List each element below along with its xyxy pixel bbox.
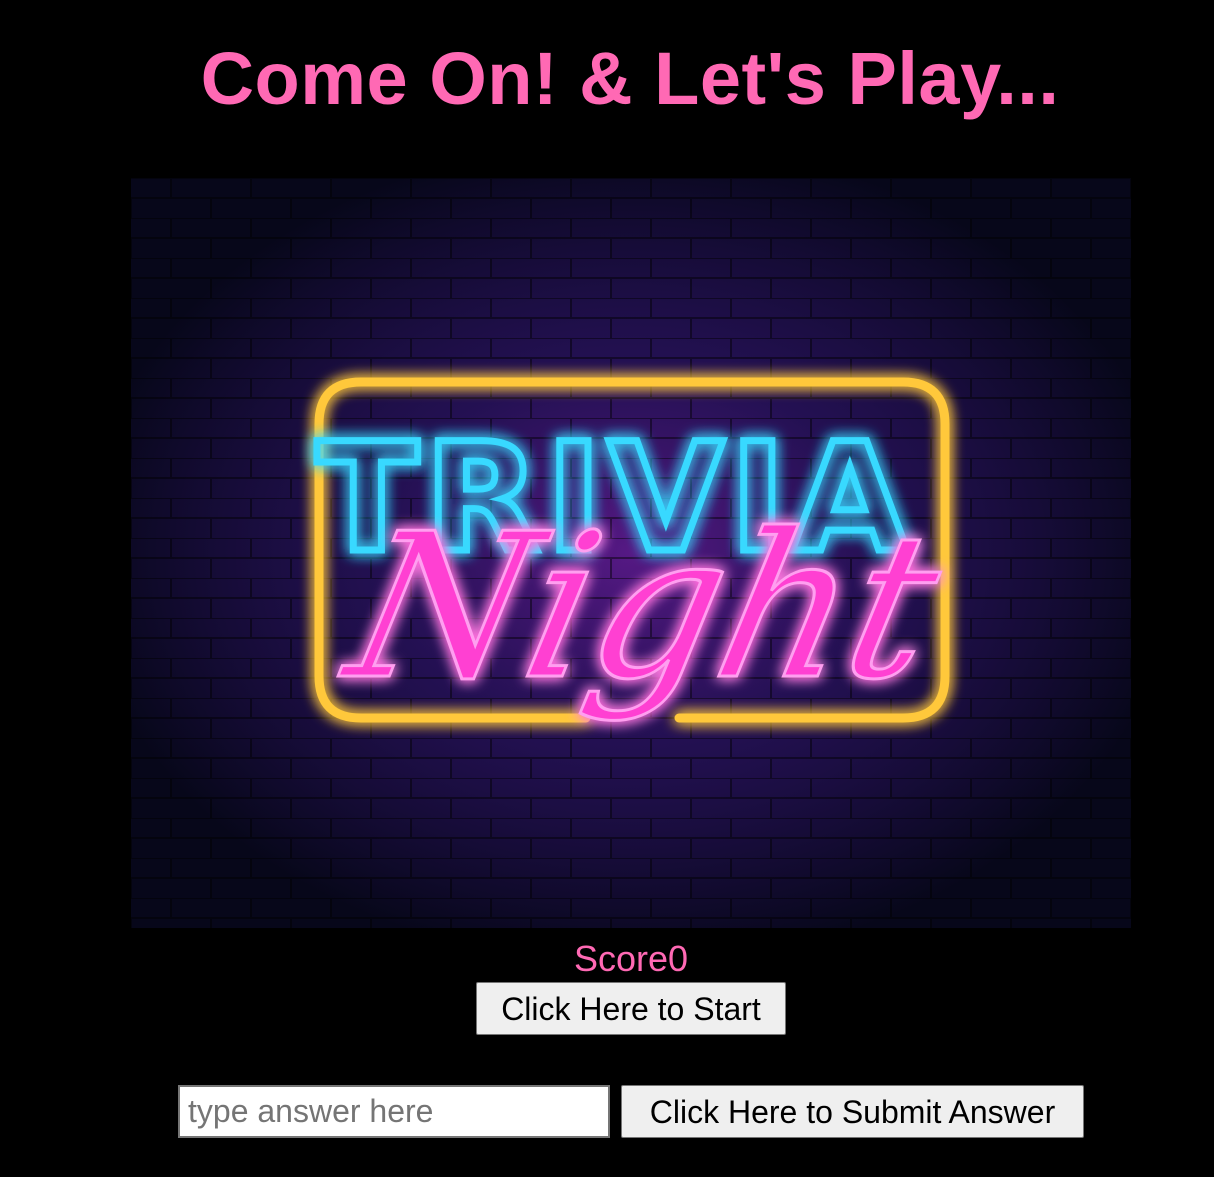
answer-input[interactable] <box>178 1085 610 1138</box>
night-sign-text: Night <box>327 490 958 723</box>
score-label: Score <box>573 938 668 979</box>
trivia-night-neon-sign: TRIVIA Night <box>131 178 1131 928</box>
start-button[interactable]: Click Here to Start <box>476 982 786 1035</box>
score-value: 0 <box>668 938 689 979</box>
page-title: Come On! & Let's Play... <box>200 37 1060 120</box>
submit-answer-button[interactable]: Click Here to Submit Answer <box>621 1085 1084 1138</box>
score-display: Score0 <box>0 936 1214 982</box>
trivia-night-image: TRIVIA Night <box>131 178 1131 928</box>
